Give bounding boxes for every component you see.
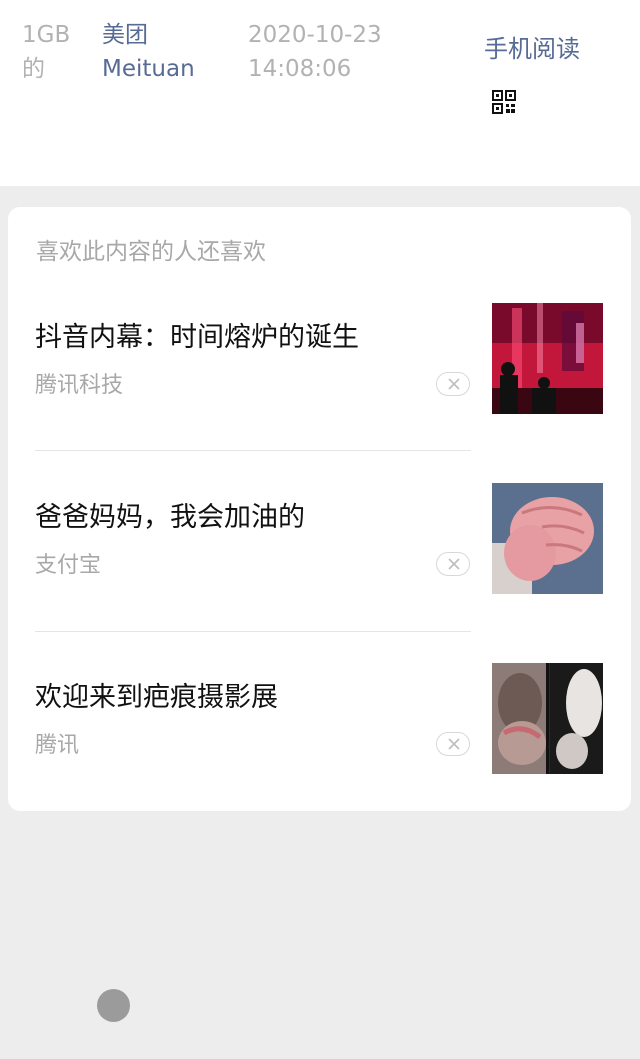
qr-code-icon[interactable]	[492, 90, 516, 114]
recommend-item[interactable]: 欢迎来到疤痕摄影展 腾讯	[8, 567, 631, 774]
article-meta-bar: 1GB 的 美团 Meituan 2020-10-23 14:08:06 手机阅…	[0, 0, 640, 186]
close-icon	[448, 738, 460, 750]
phone-read-link[interactable]: 手机阅读	[484, 32, 580, 66]
recommend-item[interactable]: 爸爸妈妈，我会加油的 支付宝	[8, 387, 631, 594]
scar-photo[interactable]	[492, 663, 603, 774]
publish-time: 2020-10-23 14:08:06	[248, 22, 382, 82]
recommend-card: 喜欢此内容的人还喜欢 抖音内幕：时间熔炉的诞生 腾讯科技 爸爸妈妈，我会加油的 …	[8, 207, 631, 811]
recommend-item-title[interactable]: 抖音内幕：时间熔炉的诞生	[35, 318, 359, 358]
meta-size: 1GB 的	[22, 22, 71, 82]
floating-home-button[interactable]	[97, 989, 130, 1022]
recommend-item-source: 腾讯	[35, 733, 80, 758]
dismiss-button[interactable]	[436, 732, 470, 756]
account-link[interactable]: 美团 Meituan	[102, 18, 232, 86]
recommend-item-title[interactable]: 欢迎来到疤痕摄影展	[35, 678, 278, 718]
recommend-item[interactable]: 抖音内幕：时间熔炉的诞生 腾讯科技	[8, 207, 631, 414]
recommend-item-title[interactable]: 爸爸妈妈，我会加油的	[35, 498, 305, 538]
